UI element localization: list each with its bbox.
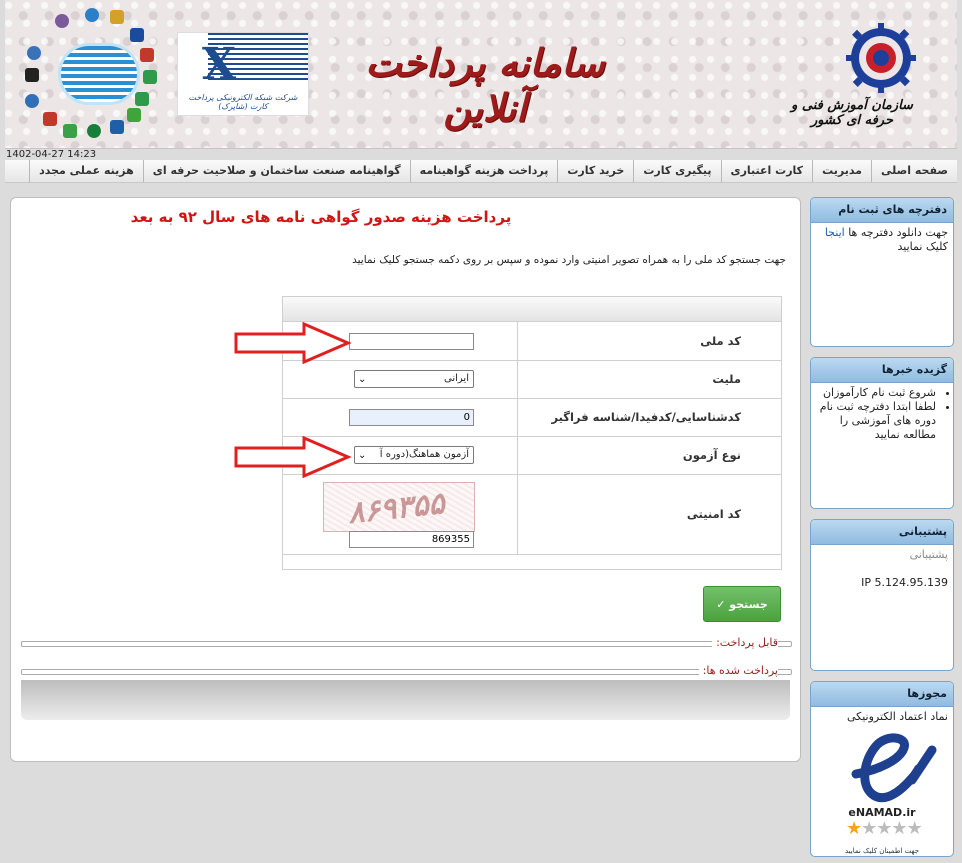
star-empty-icon: ★ — [876, 818, 892, 839]
sidebar-support-box: پشتیبانی پشتیبانی IP 5.124.95.139 — [810, 519, 954, 671]
registry-text-after: کلیک نمایید — [897, 240, 948, 253]
bank-icons-cluster — [15, 6, 165, 141]
row-national-code: کد ملی — [283, 322, 781, 361]
national-code-label: کد ملی — [517, 322, 781, 360]
bank-icon — [135, 92, 149, 106]
national-code-input[interactable] — [349, 333, 474, 350]
licenses-title: مجوزها — [811, 682, 953, 707]
nav-track-card[interactable]: پیگیری کارت — [633, 160, 720, 182]
shaparak-logo: X شرکت شبکه الکترونیکی پرداخت کارت (شاپر… — [177, 32, 309, 116]
star-empty-icon: ★ — [861, 818, 877, 839]
captcha-label: کد امنیتی — [517, 474, 781, 554]
news-item[interactable]: لطفا ابتدا دفترچه ثبت نام دوره های آموزش… — [816, 400, 936, 442]
row-nationality: ملیت ایرانی ⌄ — [283, 360, 781, 399]
enamad-badge[interactable]: eNAMAD.ir ★★★★★ جهت اطمینان کلیک نمایید — [816, 728, 948, 855]
star-empty-icon: ★ — [906, 818, 923, 839]
registry-text: جهت دانلود دفترچه ها — [848, 226, 948, 239]
sidebar-news-box: گزیده خبرها شروع ثبت نام کارآموزان لطفا … — [810, 357, 954, 509]
bank-icon — [110, 10, 124, 24]
support-link[interactable]: پشتیبانی — [816, 548, 948, 562]
bank-icon — [25, 94, 39, 108]
bank-icon — [85, 8, 99, 22]
payable-label: قابل پرداخت: — [712, 636, 778, 649]
paid-list-area — [21, 680, 790, 720]
bank-icon — [27, 46, 41, 60]
org-name: سازمان آموزش فنی و حرفه ای کشور — [791, 98, 913, 128]
paid-label: پرداخت شده ها: — [698, 664, 778, 677]
instruction-text: جهت جستجو کد ملی را به همراه تصویر امنیت… — [352, 254, 786, 266]
id-code-label: کدشناسایی/کدفیدا/شناسه فراگیر — [517, 398, 781, 436]
org-logo-icon — [846, 23, 916, 93]
ip-address: IP 5.124.95.139 — [861, 576, 948, 589]
main-panel: پرداخت هزینه صدور گواهی نامه های سال ۹۲ … — [10, 197, 801, 762]
bank-icon — [127, 108, 141, 122]
nav-credit-card[interactable]: کارت اعتباری — [720, 160, 813, 182]
bank-icon — [25, 68, 39, 82]
bank-icon — [63, 124, 77, 138]
nationality-select[interactable]: ایرانی ⌄ — [354, 370, 474, 388]
main-nav: صفحه اصلی مدیریت کارت اعتباری پیگیری کار… — [5, 160, 957, 183]
bank-icon — [87, 124, 101, 138]
captcha-image: ۸۶۹۳۵۵ — [323, 482, 475, 532]
bank-icon — [43, 112, 57, 126]
chevron-down-icon: ⌄ — [358, 374, 367, 385]
search-button[interactable]: جستجو ✓ — [703, 586, 781, 622]
bank-icon — [110, 120, 124, 134]
star-empty-icon: ★ — [891, 818, 907, 839]
sidebar-licenses-box: مجوزها نماد اعتماد الکترونیکی eNAMAD.ir … — [810, 681, 954, 857]
chevron-down-icon: ⌄ — [358, 448, 367, 463]
nav-buy-card[interactable]: خرید کارت — [557, 160, 633, 182]
nav-home[interactable]: صفحه اصلی — [871, 160, 957, 182]
enamad-text: نماد اعتماد الکترونیکی — [846, 710, 948, 723]
news-item[interactable]: شروع ثبت نام کارآموزان — [816, 386, 936, 400]
row-captcha: کد امنیتی ۸۶۹۳۵۵ — [283, 474, 781, 555]
rating-stars: ★★★★★ — [846, 820, 923, 838]
search-form: کد ملی ملیت ایرانی ⌄ کدشناسایی/کدفیدا/شن… — [282, 296, 782, 570]
site-title: سامانه پرداخت آنلاین — [365, 40, 605, 130]
exam-type-select[interactable]: آزمون هماهنگ(دوره آ ⌄ — [354, 446, 474, 464]
bank-icon — [130, 28, 144, 42]
header-banner: X شرکت شبکه الکترونیکی پرداخت کارت (شاپر… — [5, 0, 957, 149]
news-title: گزیده خبرها — [811, 358, 953, 383]
enamad-logo-icon — [851, 733, 937, 803]
exam-type-label: نوع آزمون — [517, 436, 781, 474]
nav-building-certificate[interactable]: گواهینامه صنعت ساختمان و صلاحیت حرفه ای — [142, 160, 410, 182]
datetime: 1402-04-27 14:23 — [6, 149, 97, 160]
nav-certificate-payment[interactable]: پرداخت هزینه گواهینامه — [409, 160, 558, 182]
sidebar-registry-box: دفترچه های ثبت نام جهت دانلود دفترچه ها … — [810, 197, 954, 347]
red-arrow-icon — [234, 322, 352, 364]
bank-icon — [143, 70, 157, 84]
bank-icon — [140, 48, 154, 62]
captcha-input[interactable] — [349, 531, 474, 548]
support-title: پشتیبانی — [811, 520, 953, 545]
id-code-input[interactable] — [349, 409, 474, 426]
form-header — [283, 297, 781, 322]
central-bank-logo — [61, 46, 137, 102]
shaparak-caption: شرکت شبکه الکترونیکی پرداخت کارت (شاپرک) — [188, 93, 298, 111]
row-id-code: کدشناسایی/کدفیدا/شناسه فراگیر — [283, 398, 781, 437]
nav-retake-fee[interactable]: هزینه عملی مجدد — [29, 160, 143, 182]
nationality-label: ملیت — [517, 360, 781, 398]
enamad-footer: جهت اطمینان کلیک نمایید — [844, 847, 920, 855]
payable-section — [21, 641, 792, 647]
registry-title: دفترچه های ثبت نام — [811, 198, 953, 223]
nav-admin[interactable]: مدیریت — [812, 160, 871, 182]
star-filled-icon: ★ — [846, 818, 862, 839]
red-arrow-icon — [234, 436, 352, 478]
bank-icon — [55, 14, 69, 28]
page-title: پرداخت هزینه صدور گواهی نامه های سال ۹۲ … — [130, 208, 512, 226]
row-exam-type: نوع آزمون آزمون هماهنگ(دوره آ ⌄ — [283, 436, 781, 475]
paid-section — [21, 669, 792, 675]
registry-link[interactable]: اینجا — [825, 226, 845, 239]
